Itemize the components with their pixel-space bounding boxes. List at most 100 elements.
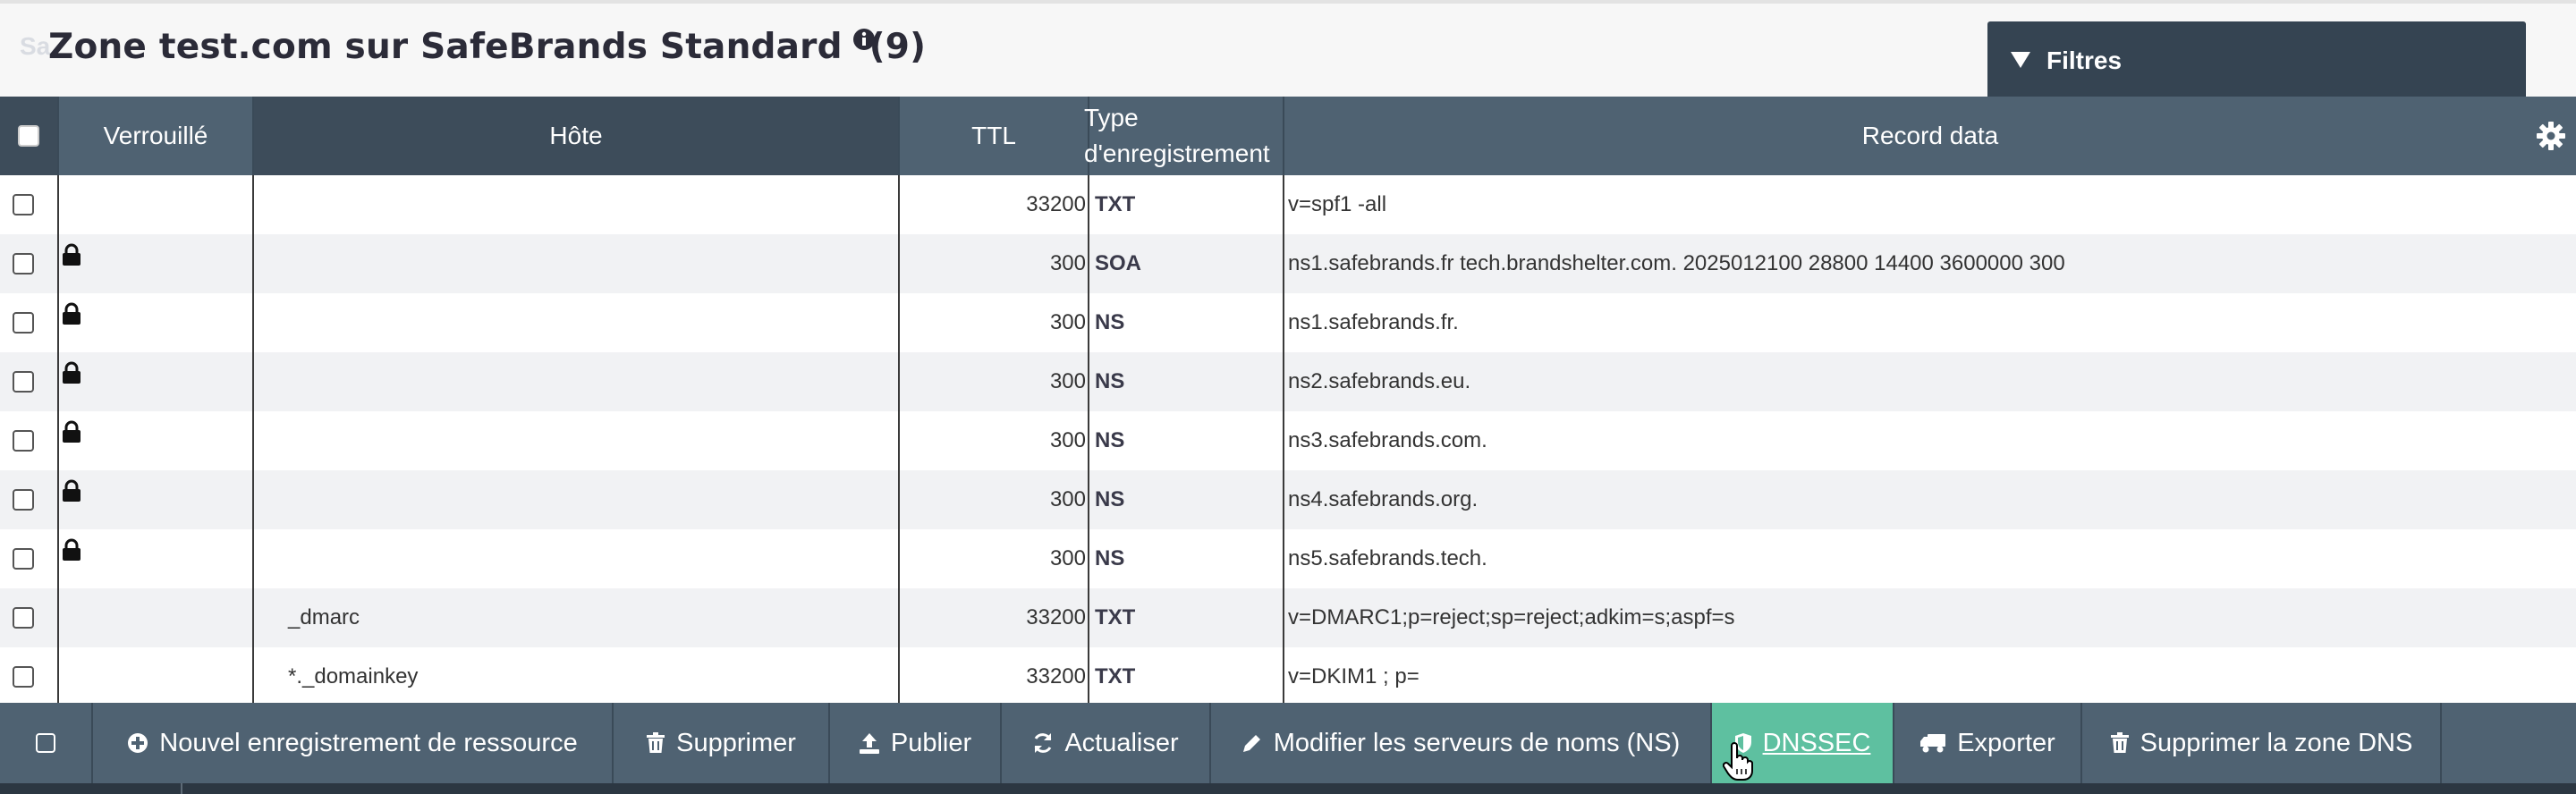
select-all-checkbox[interactable] [18, 125, 39, 147]
lock-icon [63, 361, 80, 384]
refresh-button[interactable]: Actualiser [1002, 703, 1211, 783]
bottom-toolbar: Nouvel enregistrement de ressource Suppr… [0, 703, 2576, 783]
column-divider [252, 411, 254, 470]
delete-zone-button[interactable]: Supprimer la zone DNS [2082, 703, 2442, 783]
refresh-icon [1034, 733, 1052, 753]
host-value: *._domainkey [288, 664, 419, 688]
record-data-value: ns5.safebrands.tech. [1288, 546, 1487, 570]
ttl-value: 300 [1049, 369, 1086, 393]
column-divider [57, 234, 59, 293]
table-row[interactable]: *._domainkey 33200 TXT v=DKIM1 ; p= [0, 647, 2576, 706]
info-icon[interactable] [852, 28, 876, 51]
background-ghost-text: Sa [20, 32, 51, 60]
row-checkbox[interactable] [13, 430, 34, 452]
record-data-value: ns1.safebrands.fr tech.brandshelter.com.… [1288, 251, 2065, 275]
column-divider [57, 293, 59, 352]
zone-title: Zone test.com sur SafeBrands Standard [48, 27, 843, 67]
edit-nameservers-label: Modifier les serveurs de noms (NS) [1273, 728, 1681, 757]
column-header-record-data[interactable]: Record data [1284, 97, 2576, 175]
new-record-button[interactable]: Nouvel enregistrement de ressource [93, 703, 614, 783]
column-divider [1088, 411, 1089, 470]
row-checkbox[interactable] [13, 194, 34, 215]
type-value: NS [1095, 546, 1125, 570]
publish-button[interactable]: Publier [830, 703, 1002, 783]
strip-divider [181, 783, 182, 794]
row-checkbox[interactable] [13, 548, 34, 570]
row-checkbox[interactable] [13, 607, 34, 629]
new-record-label: Nouvel enregistrement de ressource [159, 728, 578, 757]
truck-icon [1920, 734, 1946, 753]
lock-icon [63, 479, 80, 502]
edit-nameservers-button[interactable]: Modifier les serveurs de noms (NS) [1211, 703, 1712, 783]
lock-icon [63, 538, 80, 561]
column-header-ttl-label: TTL [971, 122, 1016, 149]
row-select-cell [13, 470, 48, 529]
column-divider [1088, 588, 1089, 647]
table-row[interactable]: 300 NS ns1.safebrands.fr. [0, 293, 2576, 352]
column-divider [57, 529, 59, 588]
delete-button[interactable]: Supprimer [614, 703, 830, 783]
row-select-cell [13, 293, 48, 352]
square-icon [36, 733, 55, 753]
column-divider [252, 529, 254, 588]
column-divider [1088, 175, 1089, 234]
column-divider [252, 588, 254, 647]
dnssec-label: DNSSEC [1762, 728, 1871, 757]
row-checkbox[interactable] [13, 666, 34, 688]
type-value: SOA [1095, 251, 1142, 275]
pencil-icon [1242, 735, 1260, 752]
triangle-down-icon [2011, 52, 2030, 68]
dns-records-table: Verrouillé Hôte TTL Type d'enregistremen… [0, 97, 2576, 706]
column-header-type-line2: d'enregistrement [1084, 139, 1270, 167]
plus-circle-icon [128, 733, 148, 753]
table-row[interactable]: 300 NS ns2.safebrands.eu. [0, 352, 2576, 411]
column-divider [57, 647, 59, 706]
publish-label: Publier [890, 728, 972, 757]
column-divider [57, 411, 59, 470]
trash-icon [2110, 732, 2129, 753]
row-checkbox[interactable] [13, 489, 34, 511]
delete-label: Supprimer [676, 728, 796, 757]
type-value: NS [1095, 487, 1125, 511]
column-divider [1283, 175, 1284, 234]
column-header-type[interactable]: Type d'enregistrement [1084, 97, 1284, 175]
column-divider [1283, 293, 1284, 352]
record-data-value: ns1.safebrands.fr. [1288, 310, 1459, 334]
column-header-ttl[interactable]: TTL [900, 97, 1089, 175]
column-header-host[interactable]: Hôte [254, 97, 900, 175]
record-data-value: ns3.safebrands.com. [1288, 428, 1487, 452]
ttl-value: 300 [1049, 310, 1086, 334]
type-value: TXT [1095, 605, 1136, 629]
row-checkbox[interactable] [13, 253, 34, 275]
ttl-value: 300 [1049, 546, 1086, 570]
column-divider [1088, 234, 1089, 293]
row-checkbox[interactable] [13, 312, 34, 334]
toolbar-select-toggle[interactable] [0, 703, 93, 783]
column-divider [1283, 234, 1284, 293]
column-header-type-line1: Type [1084, 104, 1139, 131]
table-row[interactable]: _dmarc 33200 TXT v=DMARC1;p=reject;sp=re… [0, 588, 2576, 647]
column-header-locked[interactable]: Verrouillé [59, 97, 254, 175]
gear-icon[interactable] [2535, 120, 2567, 152]
table-row[interactable]: 300 NS ns4.safebrands.org. [0, 470, 2576, 529]
table-row[interactable]: 300 SOA ns1.safebrands.fr tech.brandshel… [0, 234, 2576, 293]
column-divider [252, 352, 254, 411]
column-header-record-data-label: Record data [1861, 122, 1999, 149]
export-button[interactable]: Exporter [1894, 703, 2082, 783]
column-divider [57, 588, 59, 647]
table-row[interactable]: 33200 TXT v=spf1 -all [0, 175, 2576, 234]
table-body: 33200 TXT v=spf1 -all 300 SOA ns1.safebr… [0, 175, 2576, 706]
column-divider [57, 470, 59, 529]
record-data-value: v=DMARC1;p=reject;sp=reject;adkim=s;aspf… [1288, 605, 1735, 629]
host-value: _dmarc [288, 605, 360, 629]
ttl-value: 33200 [1026, 192, 1086, 216]
row-checkbox[interactable] [13, 371, 34, 393]
table-row[interactable]: 300 NS ns5.safebrands.tech. [0, 529, 2576, 588]
delete-zone-label: Supprimer la zone DNS [2140, 728, 2413, 757]
row-select-cell [13, 588, 48, 647]
column-divider [252, 234, 254, 293]
record-data-value: v=spf1 -all [1288, 192, 1387, 216]
table-row[interactable]: 300 NS ns3.safebrands.com. [0, 411, 2576, 470]
filters-toggle[interactable]: Filtres [1987, 21, 2526, 100]
column-divider [1088, 647, 1089, 706]
